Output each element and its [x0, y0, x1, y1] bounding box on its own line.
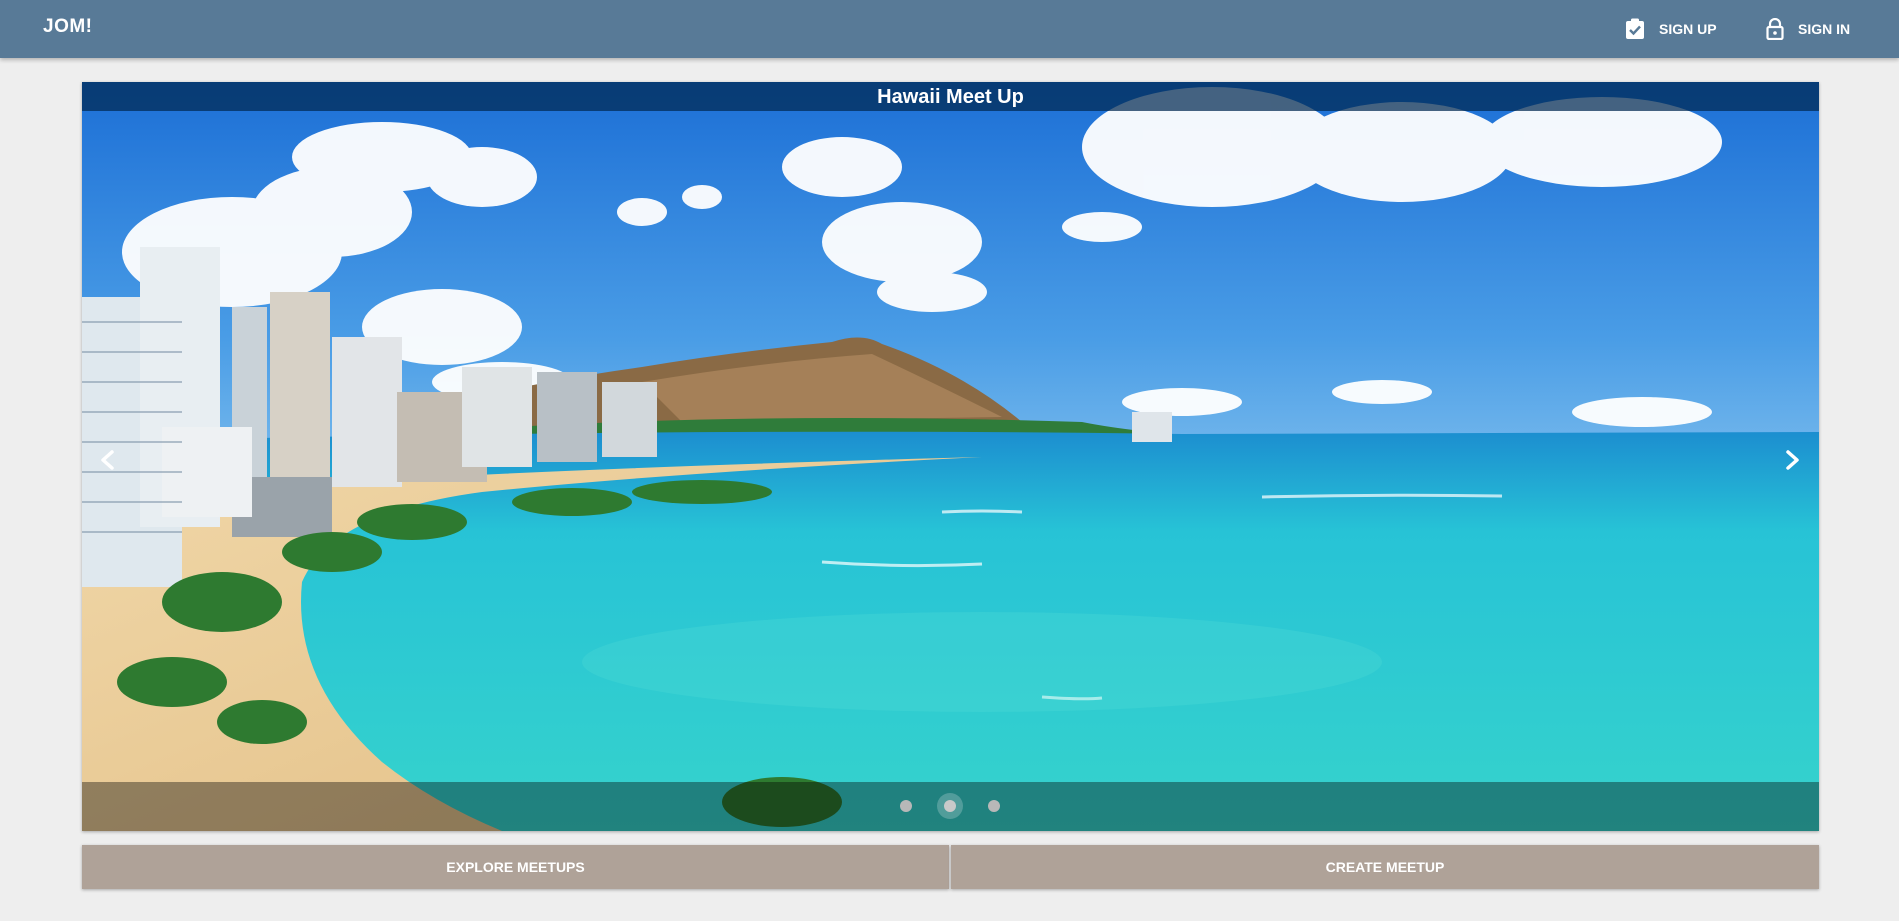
sign-in-button[interactable]: SIGN IN: [1766, 14, 1850, 44]
carousel-indicators: [82, 782, 1819, 831]
carousel-prev-button[interactable]: [88, 440, 128, 480]
brand-logo[interactable]: JOM!: [43, 16, 93, 38]
sign-up-label: SIGN UP: [1659, 21, 1717, 37]
sign-up-button[interactable]: SIGN UP: [1625, 14, 1717, 44]
carousel-dot-2[interactable]: [944, 800, 956, 812]
explore-meetups-button[interactable]: EXPLORE MEETUPS: [82, 845, 949, 889]
chevron-right-icon: [1772, 450, 1812, 484]
meetup-carousel[interactable]: Hawaii Meet Up: [82, 82, 1819, 831]
clipboard-check-icon: [1625, 18, 1645, 40]
create-meetup-button[interactable]: CREATE MEETUP: [951, 845, 1819, 889]
carousel-next-button[interactable]: [1772, 440, 1812, 480]
carousel-dot-1[interactable]: [900, 800, 912, 812]
sign-in-label: SIGN IN: [1798, 21, 1851, 37]
chevron-left-icon: [88, 450, 128, 484]
top-toolbar: JOM! SIGN UP SIGN IN: [0, 0, 1899, 58]
carousel-title: Hawaii Meet Up: [82, 82, 1819, 111]
lock-icon: [1766, 18, 1784, 40]
carousel-dot-3[interactable]: [988, 800, 1000, 812]
hawaii-beach-image: [82, 82, 1819, 831]
